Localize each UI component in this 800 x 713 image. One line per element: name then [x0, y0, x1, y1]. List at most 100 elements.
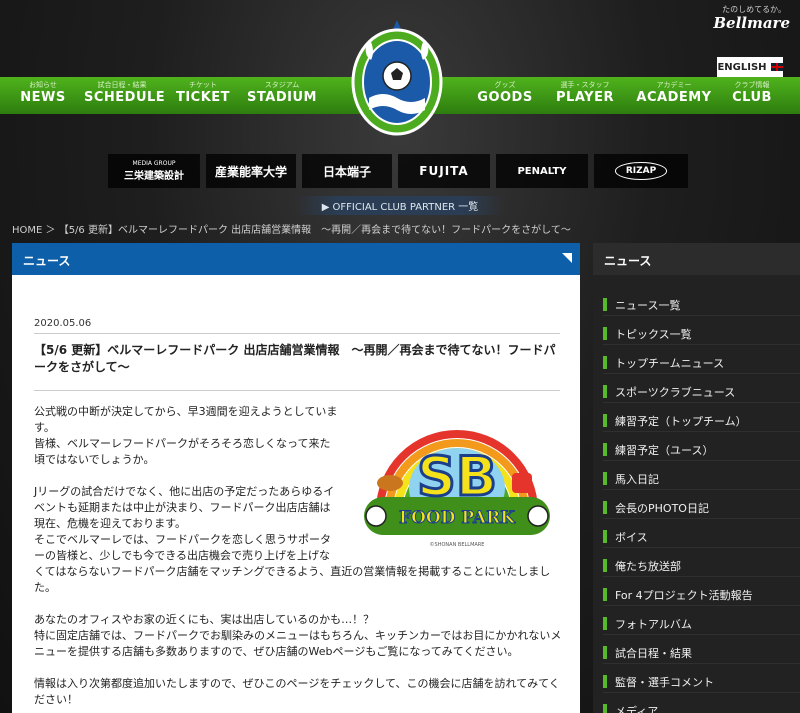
main-heading: ニュース — [12, 243, 580, 275]
bullet-icon — [603, 414, 607, 427]
nav-goods[interactable]: グッズ GOODS — [474, 77, 536, 114]
sidebar-item-label: 俺たち放送部 — [615, 559, 681, 573]
nav-club[interactable]: クラブ情報 CLUB — [724, 77, 780, 114]
sidebar-item-label: メディア — [615, 704, 659, 713]
logo-sb-text: SB — [417, 445, 497, 508]
nav-sub: グッズ — [494, 81, 516, 89]
english-button[interactable]: ENGLISH — [717, 57, 783, 77]
bullet-icon — [603, 472, 607, 485]
sidebar-item-label: 馬入日記 — [615, 472, 659, 486]
sidebar-item[interactable]: For 4プロジェクト活動報告 — [603, 584, 800, 606]
sidebar-item[interactable]: フォトアルバム — [603, 613, 800, 635]
text-line: 頃ではないでしょうか。 — [34, 453, 155, 466]
nav-schedule[interactable]: 試合日程・結果 SCHEDULE — [84, 77, 166, 114]
post-title: 【5/6 更新】ベルマーレフードパーク 出店店舗営業情報 ～再開／再会まで待てな… — [34, 333, 560, 391]
sidebar-item-label: 試合日程・結果 — [615, 646, 692, 660]
bullet-icon — [603, 501, 607, 514]
nav-sub: アカデミー — [656, 81, 692, 89]
nav-label: ACADEMY — [636, 90, 712, 105]
logo-foodpark-text: FOOD PARK — [399, 508, 516, 528]
english-label: ENGLISH — [717, 61, 767, 73]
bullet-icon — [603, 327, 607, 340]
uk-flag-icon — [770, 63, 783, 71]
text-line: あなたのオフィスやお家の近くにも、実は出店しているのかも…！？ — [34, 613, 375, 626]
text-line: す。 — [34, 421, 55, 434]
sponsor-nihon-tanshi[interactable]: 日本端子 — [302, 154, 392, 188]
bullet-icon — [603, 530, 607, 543]
sidebar-item-label: トピックス一覧 — [615, 327, 692, 341]
nav-label: STADIUM — [247, 90, 317, 105]
bullet-icon — [603, 646, 607, 659]
nav-academy[interactable]: アカデミー ACADEMY — [634, 77, 714, 114]
sidebar-item[interactable]: メディア — [603, 700, 800, 713]
nav-stadium[interactable]: スタジアム STADIUM — [246, 77, 318, 114]
nav-label: PLAYER — [556, 90, 614, 105]
nav-news[interactable]: お知らせ NEWS — [14, 77, 72, 114]
bullet-icon — [603, 704, 607, 713]
partner-row: ▶ OFFICIAL CLUB PARTNER 一覧 — [0, 196, 800, 215]
paragraph-3: あなたのオフィスやお家の近くにも、実は出店しているのかも…！？ 特に固定店舗では… — [34, 612, 574, 660]
bullet-icon — [603, 675, 607, 688]
bullet-icon — [603, 588, 607, 601]
page: たのしめてるか。 Bellmare ENGLISH お知らせ NEWS 試合日程… — [0, 0, 800, 713]
sponsor-penalty[interactable]: PENALTY — [496, 154, 588, 188]
nav-sub: お知らせ — [29, 81, 57, 89]
sidebar-item[interactable]: ボイス — [603, 526, 800, 548]
sponsor-fujita[interactable]: FUJITA — [398, 154, 490, 188]
nav-ticket[interactable]: チケット TICKET — [172, 77, 234, 114]
sidebar-item-label: 会長のPHOTO日記 — [615, 501, 709, 515]
sidebar-item[interactable]: トップチームニュース — [603, 352, 800, 374]
bullet-icon — [603, 617, 607, 630]
corner-icon — [562, 253, 572, 263]
nav-sub: チケット — [189, 81, 217, 89]
bullet-icon — [603, 385, 607, 398]
sidebar-item[interactable]: 会長のPHOTO日記 — [603, 497, 800, 519]
sponsor-sanei[interactable]: MEDIA GROUP 三栄建築設計 — [108, 154, 200, 188]
nav-sub: スタジアム — [264, 81, 300, 89]
nav-label: CLUB — [732, 90, 772, 105]
text-line: くてはならないフードパーク店舗をマッチングできるよう、直近の営業情報を掲載するこ… — [34, 565, 551, 594]
sidebar-item[interactable]: 俺たち放送部 — [603, 555, 800, 577]
main-heading-label: ニュース — [23, 254, 71, 268]
nav-sub: クラブ情報 — [734, 81, 770, 89]
sidebar-item[interactable]: 馬入日記 — [603, 468, 800, 490]
sponsor-rizap[interactable]: RIZAP — [594, 154, 688, 188]
sidebar-item-label: 練習予定（ユース） — [615, 443, 714, 457]
nav-sub: 試合日程・結果 — [97, 81, 147, 89]
bullet-icon — [603, 443, 607, 456]
official-partner-link[interactable]: ▶ OFFICIAL CLUB PARTNER 一覧 — [295, 196, 505, 215]
logo-copyright: ©SHONAN BELLMARE — [430, 541, 485, 548]
sidebar-item[interactable]: 練習予定（トップチーム） — [603, 410, 800, 432]
breadcrumb[interactable]: HOME ＞ 【5/6 更新】ベルマーレフードパーク 出店店舗営業情報 ～再開／… — [12, 221, 571, 236]
sidebar-item[interactable]: 監督・選手コメント — [603, 671, 800, 693]
club-emblem-icon[interactable] — [347, 18, 447, 138]
text-line: 特に固定店舗では、フードパークでお馴染みのメニューはもちろん、キッチンカーではお… — [34, 629, 562, 642]
sidebar-item-label: ボイス — [615, 530, 648, 544]
sponsor-name: RIZAP — [614, 162, 668, 180]
text-line: 皆様、ベルマーレフードパークがそろそろ恋しくなって来た — [34, 437, 331, 450]
sponsor-strip: MEDIA GROUP 三栄建築設計 産業能率大学 日本端子 FUJITA PE… — [108, 154, 688, 188]
text-line: ださい！ — [34, 693, 78, 706]
nav-player[interactable]: 選手・スタッフ PLAYER — [550, 77, 620, 114]
nav-label: NEWS — [20, 90, 66, 105]
nav-sub: 選手・スタッフ — [560, 81, 610, 89]
bullet-icon — [603, 356, 607, 369]
sidebar-menu: ニュース一覧 トピックス一覧 トップチームニュース スポーツクラブニュース 練習… — [593, 275, 800, 713]
article: 2020.05.06 【5/6 更新】ベルマーレフードパーク 出店店舗営業情報 … — [12, 275, 580, 713]
sponsor-sanno[interactable]: 産業能率大学 — [206, 154, 296, 188]
post-date: 2020.05.06 — [34, 318, 92, 329]
sidebar-item[interactable]: 試合日程・結果 — [603, 642, 800, 664]
sidebar-item-label: トップチームニュース — [615, 356, 725, 370]
sidebar-item-label: フォトアルバム — [615, 617, 692, 631]
sponsor-name: 三栄建築設計 — [124, 171, 184, 182]
sidebar-item-label: For 4プロジェクト活動報告 — [615, 588, 753, 602]
sidebar-item-label: 練習予定（トップチーム） — [615, 414, 747, 428]
brand-logo[interactable]: Bellmare — [713, 14, 790, 32]
sidebar-item[interactable]: 練習予定（ユース） — [603, 439, 800, 461]
sidebar-item[interactable]: トピックス一覧 — [603, 323, 800, 345]
sidebar-item[interactable]: スポーツクラブニュース — [603, 381, 800, 403]
sidebar-item[interactable]: ニュース一覧 — [603, 294, 800, 316]
text-line: ニューを提供する店舗も多数ありますので、ぜひ店舗のWebページもご覧になってみて… — [34, 645, 519, 658]
sponsor-small: MEDIA GROUP — [132, 160, 176, 167]
nav-label: SCHEDULE — [84, 90, 166, 105]
